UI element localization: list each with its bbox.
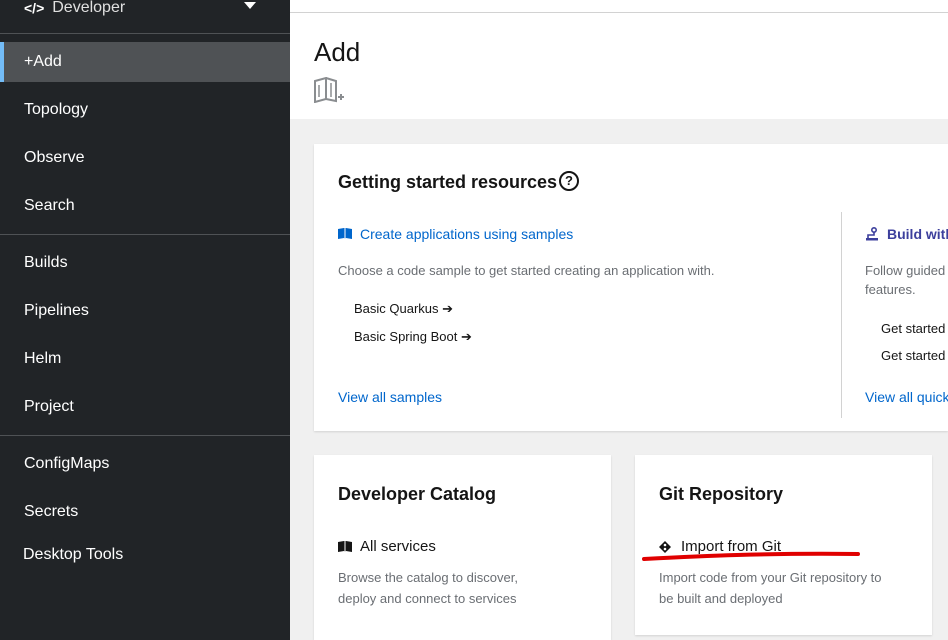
column-divider xyxy=(841,212,842,418)
nav-label: Topology xyxy=(24,101,89,118)
guided-description-line: Follow guided xyxy=(865,263,946,278)
divider xyxy=(0,33,290,34)
code-icon: </> xyxy=(24,0,45,16)
guided-description: Follow guided features. xyxy=(865,261,945,299)
nav-observe[interactable]: Observe xyxy=(0,138,290,178)
book-icon xyxy=(338,540,352,552)
page-title: Add xyxy=(314,37,361,67)
quick-start-item[interactable]: Get started xyxy=(881,348,945,363)
getting-started-card: Getting started resources ? Create appli… xyxy=(314,144,948,431)
nav-pipelines[interactable]: Pipelines xyxy=(0,291,290,331)
git-repository-card: Git Repository Import from Git Import co… xyxy=(635,455,932,635)
build-with-label: Build with xyxy=(887,226,948,242)
caret-down-icon xyxy=(244,2,256,9)
arrow-right-icon: ➔ xyxy=(460,329,472,344)
nav-label: Desktop Tools xyxy=(23,546,124,563)
sample-basic-quarkus[interactable]: Basic Quarkus ➔ xyxy=(354,301,453,317)
divider xyxy=(0,435,290,436)
developer-catalog-title: Developer Catalog xyxy=(338,484,497,504)
masthead xyxy=(290,0,948,13)
nav-label: Project xyxy=(24,398,74,415)
divider xyxy=(0,234,290,235)
git-repository-title: Git Repository xyxy=(659,484,784,504)
all-services-label: All services xyxy=(360,538,436,555)
nav-helm[interactable]: Helm xyxy=(0,339,290,379)
create-samples-link[interactable]: Create applications using samples xyxy=(338,226,573,242)
nav-add[interactable]: +Add xyxy=(0,42,290,82)
samples-description: Choose a code sample to get started crea… xyxy=(338,263,715,278)
sample-basic-spring-boot[interactable]: Basic Spring Boot ➔ xyxy=(354,329,472,345)
nav-builds[interactable]: Builds xyxy=(0,243,290,283)
nav-secrets[interactable]: Secrets xyxy=(0,492,290,532)
nav-search[interactable]: Search xyxy=(0,186,290,226)
nav-label: Helm xyxy=(24,350,62,367)
nav-configmaps[interactable]: ConfigMaps xyxy=(0,444,290,484)
view-all-samples-link[interactable]: View all samples xyxy=(338,389,442,405)
book-icon xyxy=(338,228,352,239)
perspective-label: Developer xyxy=(52,0,126,16)
nav-label: Observe xyxy=(24,149,85,166)
nav-desktop-tools[interactable]: Desktop Tools xyxy=(0,535,290,575)
quick-start-item[interactable]: Get started xyxy=(881,321,945,336)
view-all-quick-starts-link[interactable]: View all quick xyxy=(865,389,948,405)
nav-label: Pipelines xyxy=(24,302,89,319)
getting-started-title: Getting started resources xyxy=(338,172,558,192)
nav-label: ConfigMaps xyxy=(24,455,110,472)
perspective-switcher[interactable]: </> Developer xyxy=(24,0,264,22)
nav-label: Secrets xyxy=(24,503,79,520)
nav-label: +Add xyxy=(24,53,62,70)
nav-project[interactable]: Project xyxy=(0,387,290,427)
route-icon xyxy=(866,227,878,241)
build-with-guided-link[interactable]: Build with xyxy=(865,226,948,242)
nav-label: Search xyxy=(24,197,75,214)
guided-description-line: features. xyxy=(865,282,916,297)
red-underline-annotation xyxy=(642,551,860,561)
sample-label: Basic Spring Boot xyxy=(354,329,458,344)
arrow-right-icon: ➔ xyxy=(442,301,454,316)
add-book-icon[interactable] xyxy=(314,77,344,103)
nav-label: Builds xyxy=(24,254,68,271)
sidebar: </> Developer +Add Topology Observe Sear… xyxy=(0,0,290,640)
help-icon[interactable]: ? xyxy=(559,171,579,191)
developer-catalog-description: Browse the catalog to discover, deploy a… xyxy=(338,570,518,606)
create-samples-label: Create applications using samples xyxy=(360,226,574,242)
git-repository-description: Import code from your Git repository to … xyxy=(659,570,882,606)
developer-catalog-card: Developer Catalog All services Browse th… xyxy=(314,455,611,640)
nav-topology[interactable]: Topology xyxy=(0,90,290,130)
sample-label: Basic Quarkus xyxy=(354,301,439,316)
page-header: Add xyxy=(290,13,948,119)
all-services-link[interactable]: All services xyxy=(338,538,436,555)
